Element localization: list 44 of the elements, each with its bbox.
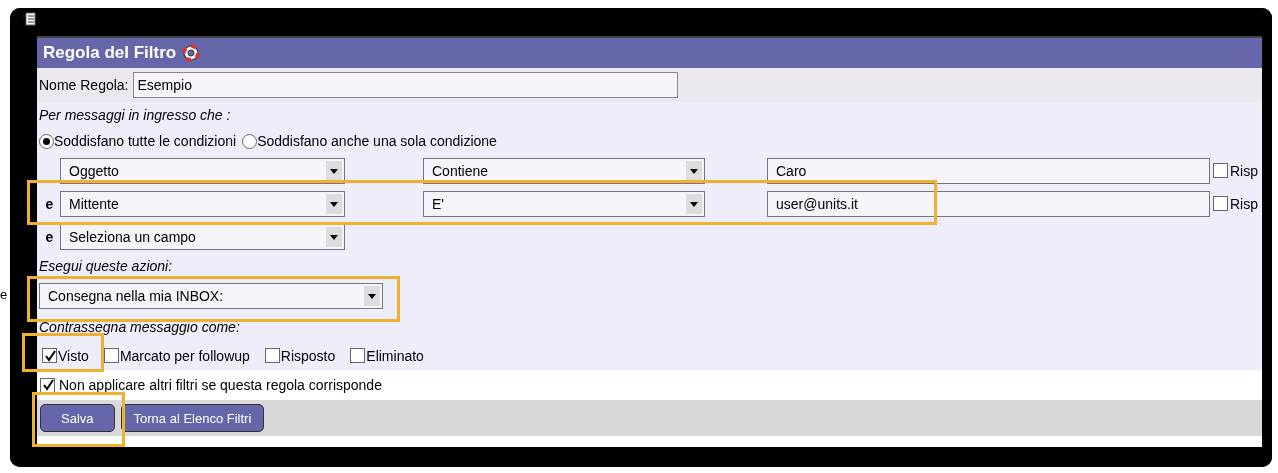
checkbox[interactable]: [1213, 163, 1228, 178]
checkbox-label: Marcato per followup: [119, 347, 250, 364]
checkbox[interactable]: [42, 348, 57, 363]
value-field[interactable]: user@units.it: [767, 190, 1210, 217]
caret-icon: [326, 160, 342, 181]
checkbox-label: Risposto: [280, 347, 336, 364]
section-heading: Per messaggi in ingresso che :: [39, 106, 232, 125]
rule-name-field[interactable]: Esempio: [132, 72, 678, 98]
lifebuoy-icon: [182, 44, 201, 62]
checkbox[interactable]: [264, 348, 280, 363]
section-heading: Contrassegna messaggio come:: [39, 318, 241, 337]
field-dropdown[interactable]: Mittente: [60, 190, 345, 217]
operator-dropdown[interactable]: Contiene: [423, 157, 705, 184]
operator-dropdown[interactable]: E': [423, 190, 705, 217]
action-dropdown[interactable]: Consegna nella mia INBOX:: [39, 283, 383, 309]
checkbox-label: Non applicare altri filtri se questa regola corrisponde: [59, 377, 382, 393]
field-dropdown[interactable]: Seleziona un campo: [60, 223, 345, 250]
panel-title: Regola del Filtro: [43, 43, 177, 63]
section-heading: Esegui queste azioni:: [39, 257, 174, 276]
checkbox-label: Risp: [1230, 162, 1258, 179]
caret-icon: [364, 286, 380, 306]
caret-icon: [686, 160, 702, 181]
action-button[interactable]: Salva: [40, 404, 115, 432]
radio-button[interactable]: [242, 133, 258, 149]
caret-icon: [326, 193, 342, 214]
field-dropdown[interactable]: Oggetto: [60, 157, 345, 184]
radio-label: Soddisfano tutte le condizioni: [54, 133, 237, 149]
caret-icon: [326, 226, 342, 247]
radio-label: Soddisfano anche una sola condizione: [257, 133, 497, 149]
checkbox-label: Eliminato: [366, 347, 424, 364]
list-icon: [22, 12, 36, 26]
caret-icon: [686, 193, 702, 214]
conjunction-label: e: [44, 228, 55, 245]
edge-text: e: [0, 287, 8, 302]
checkbox[interactable]: [40, 377, 55, 393]
conjunction-label: e: [44, 195, 55, 212]
checkbox-label: Risp: [1230, 195, 1258, 212]
checkbox[interactable]: [350, 348, 366, 363]
radio-button[interactable]: [39, 133, 54, 149]
field-label: Nome Regola:: [39, 77, 129, 93]
value-field[interactable]: Caro: [767, 157, 1210, 184]
checkbox-label: Visto: [58, 347, 89, 364]
action-button[interactable]: Torna al Elenco Filtri: [120, 404, 265, 432]
checkbox[interactable]: [1213, 196, 1228, 211]
